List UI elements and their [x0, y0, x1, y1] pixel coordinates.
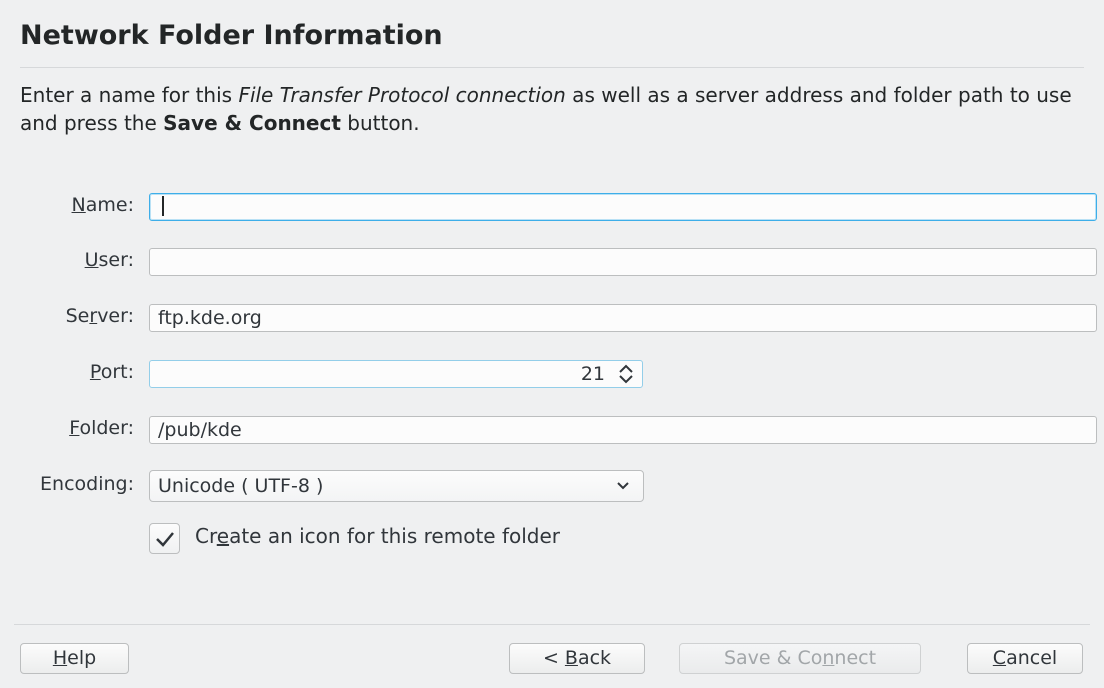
user-label-mnemonic: U: [84, 249, 99, 271]
description-bold: Save & Connect: [163, 111, 341, 135]
title-divider: [20, 67, 1084, 68]
cancel-button-text: ancel: [1006, 647, 1058, 669]
save-connect-button-pre: Save & Co: [723, 647, 823, 669]
create-icon-checkbox[interactable]: [149, 523, 180, 554]
user-label-text: ser:: [98, 249, 134, 271]
encoding-value: Unicode ( UTF-8 ): [158, 475, 324, 497]
port-spinbox[interactable]: 21: [149, 360, 643, 388]
cancel-button-mnemonic: C: [992, 647, 1007, 669]
page-title: Network Folder Information: [20, 20, 443, 51]
chevron-down-icon: [617, 482, 629, 490]
save-connect-button-mnemonic: n: [822, 647, 835, 669]
help-button[interactable]: Help: [20, 643, 129, 674]
name-label-text: ame:: [85, 194, 134, 216]
updown-chevron-icon[interactable]: [616, 363, 636, 385]
back-button-text: ack: [577, 647, 612, 669]
back-button-pre: <: [542, 647, 565, 669]
folder-label-text: older:: [79, 417, 134, 439]
name-label: Name:: [72, 194, 134, 216]
checkmark-icon: [156, 532, 174, 547]
user-label: User:: [85, 249, 134, 271]
port-value: 21: [580, 363, 605, 385]
port-label: Port:: [90, 361, 134, 383]
folder-label-mnemonic: F: [69, 417, 80, 439]
help-button-text: elp: [67, 647, 97, 669]
folder-field[interactable]: /pub/kde: [149, 416, 1097, 444]
port-label-text: ort:: [100, 361, 134, 383]
cancel-button[interactable]: Cancel: [967, 643, 1083, 674]
server-label-pre: Se: [65, 305, 90, 327]
server-label-text: ver:: [97, 305, 134, 327]
encoding-label: Encoding:: [40, 473, 134, 495]
back-button-mnemonic: B: [564, 647, 578, 669]
folder-label: Folder:: [69, 417, 134, 439]
help-button-mnemonic: H: [52, 647, 68, 669]
name-field[interactable]: [149, 193, 1097, 221]
create-icon-label[interactable]: Create an icon for this remote folder: [195, 524, 560, 548]
server-field[interactable]: ftp.kde.org: [149, 304, 1097, 332]
create-icon-label-pre: Cr: [195, 524, 217, 548]
footer-divider: [14, 624, 1090, 625]
user-field[interactable]: [149, 248, 1097, 276]
back-button[interactable]: < Back: [509, 643, 645, 674]
description-text: Enter a name for this File Transfer Prot…: [20, 81, 1090, 137]
server-field-value: ftp.kde.org: [158, 307, 262, 329]
port-label-mnemonic: P: [89, 361, 101, 383]
description-part: Enter a name for this: [20, 83, 239, 107]
encoding-dropdown[interactable]: Unicode ( UTF-8 ): [149, 470, 644, 502]
description-italic: File Transfer Protocol connection: [238, 83, 566, 107]
text-caret: [162, 196, 164, 216]
server-label: Server:: [66, 305, 134, 327]
name-label-mnemonic: N: [71, 194, 86, 216]
save-connect-button-text: nect: [834, 647, 877, 669]
description-part: button.: [340, 111, 420, 135]
create-icon-label-mnemonic: e: [216, 524, 230, 548]
folder-field-value: /pub/kde: [158, 419, 242, 441]
save-connect-button[interactable]: Save & Connect: [679, 643, 921, 674]
create-icon-label-text: ate an icon for this remote folder: [229, 524, 561, 548]
